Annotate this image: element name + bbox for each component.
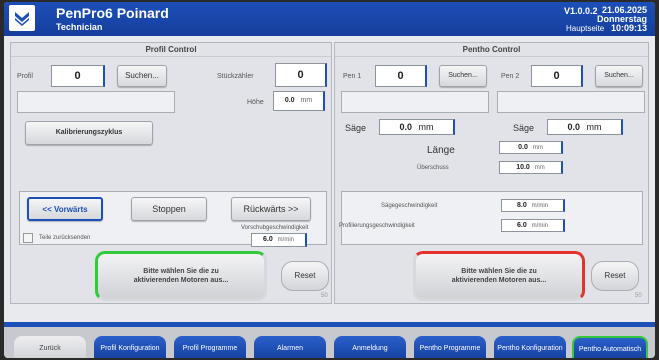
app-title: PenPro6 Poinard	[56, 5, 169, 21]
version-label: V1.0.0.2	[564, 6, 598, 16]
pentho-motor-select-button[interactable]: Bitte wählen Sie die zu aktivierenden Mo…	[413, 251, 585, 301]
profile-speed-value: 6.0	[516, 222, 527, 229]
overhang-value: 10.0	[516, 164, 530, 171]
tab-back[interactable]: Zurück	[14, 336, 86, 358]
feed-speed-field[interactable]: 6.0 m/min	[251, 233, 307, 247]
panel-title: Pentho Control	[335, 43, 648, 57]
profil-name-box	[17, 91, 175, 113]
return-checkbox[interactable]	[23, 233, 33, 243]
backward-button[interactable]: Rückwärts >>	[231, 197, 311, 221]
tab-pentho-automatisch[interactable]: Pentho Automatisch	[572, 336, 648, 358]
profil-search-button[interactable]: Suchen...	[117, 65, 167, 87]
pentho-reset-button[interactable]: Reset	[591, 261, 639, 291]
pen1-field[interactable]: 0	[375, 65, 427, 87]
profile-speed-unit: m/min	[531, 223, 549, 229]
pentho-control-panel: Pentho Control Pen 1 0 Suchen... Pen 2 0…	[334, 42, 649, 304]
profil-reset-button[interactable]: Reset	[281, 261, 329, 291]
pen2-label: Pen 2	[501, 73, 520, 80]
profile-speed-label: Profilierungsgeschwindigkeit	[339, 223, 415, 229]
pentho-reset-count: 50	[635, 293, 642, 299]
length-label: Länge	[427, 145, 455, 156]
tab-pentho-programme[interactable]: Pentho Programme	[414, 336, 486, 358]
feed-speed-unit: m/min	[277, 237, 295, 243]
saw1-unit: mm	[418, 122, 434, 132]
profil-motor-select-button[interactable]: Bitte wählen Sie die zu aktivierenden Mo…	[95, 251, 267, 301]
overhang-label: Überschuss	[417, 165, 449, 171]
height-field[interactable]: 0.0 mm	[273, 91, 325, 111]
return-label: Teile zurücksenden	[39, 235, 91, 241]
pen1-label: Pen 1	[343, 73, 362, 80]
tab-pentho-konfiguration[interactable]: Pentho Konfiguration	[494, 336, 566, 358]
saw-speed-value: 8.0	[516, 202, 527, 209]
tab-alarms[interactable]: Alarmen	[254, 336, 326, 358]
panel-title: Profil Control	[11, 43, 331, 57]
speed-box	[341, 191, 643, 245]
counter-label: Stückzähler	[217, 73, 254, 80]
tab-profil-konfiguration[interactable]: Profil Konfiguration	[94, 336, 166, 358]
height-unit: mm	[300, 97, 313, 104]
saw-speed-label: Sägegeschwindigkeit	[381, 203, 438, 209]
height-label: Höhe	[247, 99, 264, 106]
stop-button[interactable]: Stoppen	[131, 197, 207, 221]
length-field[interactable]: 0.0 mm	[499, 141, 563, 154]
user-role: Technician	[56, 22, 103, 32]
calibration-button[interactable]: Kalibrierungszyklus	[25, 121, 153, 145]
saw1-value: 0.0	[399, 122, 412, 132]
tab-login[interactable]: Anmeldung	[334, 336, 406, 358]
pen2-name-box	[497, 91, 645, 113]
profil-control-panel: Profil Control Profil 0 Suchen... Stückz…	[10, 42, 332, 304]
time-label: 10:09:13	[610, 23, 647, 33]
saw2-field[interactable]: 0.0 mm	[547, 119, 623, 135]
feed-speed-label: Vorschubgeschwindigkeit	[241, 225, 309, 231]
height-value: 0.0	[284, 97, 295, 104]
saw2-unit: mm	[586, 122, 602, 132]
saw1-field[interactable]: 0.0 mm	[379, 119, 455, 135]
saw-speed-field[interactable]: 8.0 m/min	[501, 199, 565, 212]
saw1-label: Säge	[345, 123, 367, 133]
nav-stripe	[4, 322, 655, 327]
profil-field[interactable]: 0	[51, 65, 105, 87]
saw-speed-unit: m/min	[531, 203, 549, 209]
date-time: 21.06.2025 Donnerstag 10:09:13	[597, 6, 647, 33]
pen2-field[interactable]: 0	[531, 65, 583, 87]
bottom-nav: Zurück Profil Konfiguration Profil Progr…	[4, 322, 655, 358]
profile-speed-field[interactable]: 6.0 m/min	[501, 219, 565, 232]
feed-speed-value: 6.0	[262, 236, 273, 243]
profil-reset-count: 50	[321, 293, 328, 299]
overhang-field[interactable]: 10.0 mm	[499, 161, 563, 174]
main-screen: PenPro6 Poinard Technician V1.0.0.2 21.0…	[4, 2, 655, 358]
pen1-name-box	[341, 91, 489, 113]
counter-field[interactable]: 0	[275, 63, 327, 87]
header-bar: PenPro6 Poinard Technician V1.0.0.2 21.0…	[4, 2, 655, 36]
length-value: 0.0	[518, 144, 528, 151]
length-unit: mm	[532, 145, 543, 151]
profil-label: Profil	[17, 73, 33, 80]
overhang-unit: mm	[534, 165, 545, 171]
chevron-logo-icon[interactable]	[9, 5, 35, 31]
tab-profil-programme[interactable]: Profil Programme	[174, 336, 246, 358]
saw2-label: Säge	[513, 123, 535, 133]
saw2-value: 0.0	[567, 122, 580, 132]
forward-button[interactable]: << Vorwärts	[27, 197, 103, 221]
pen2-search-button[interactable]: Suchen...	[595, 65, 643, 87]
pen1-search-button[interactable]: Suchen...	[439, 65, 487, 87]
page-name: Hauptseite	[566, 24, 605, 33]
